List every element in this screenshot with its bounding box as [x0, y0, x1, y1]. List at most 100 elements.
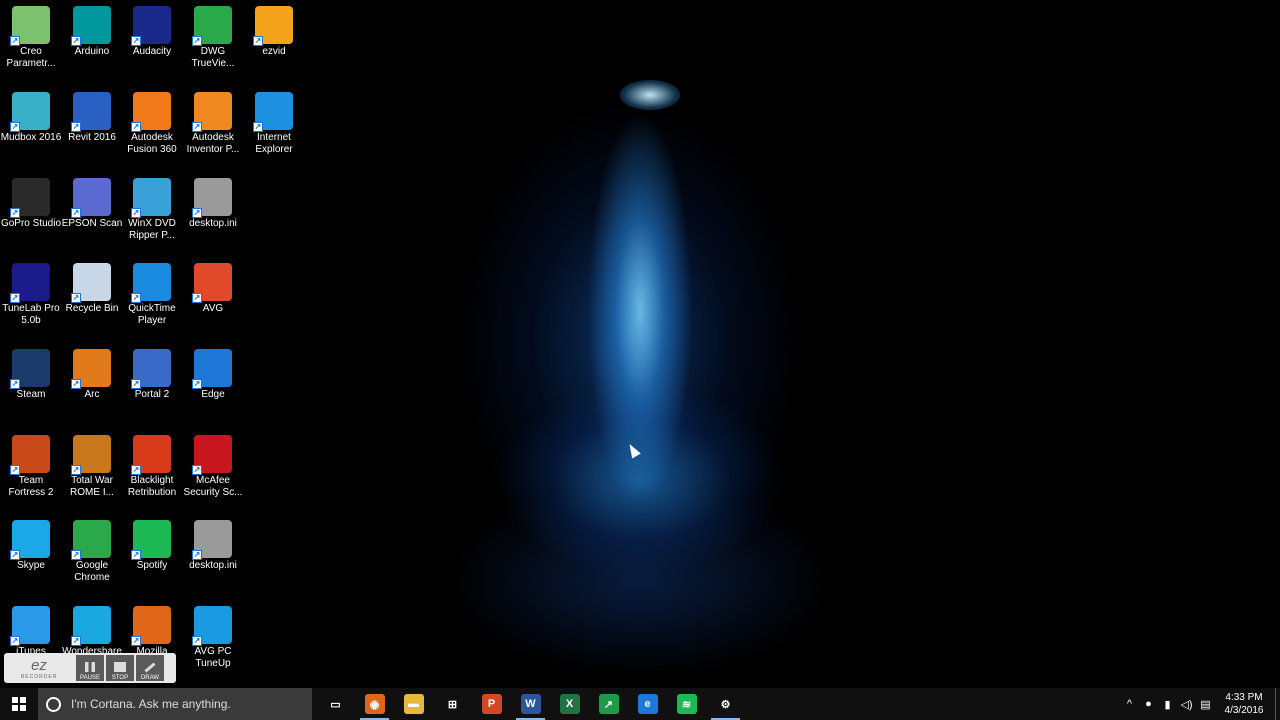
desktop-icon-label: Blacklight Retribution [127, 475, 177, 498]
desktop-icon-label: Recycle Bin [65, 303, 119, 314]
taskbar-edge-button[interactable]: e [628, 688, 667, 720]
chevron-up-icon[interactable]: ^ [1120, 688, 1139, 720]
desktop-icon[interactable]: ↗ DWG TrueVie... [182, 2, 244, 70]
battery-icon[interactable]: ▮ [1158, 688, 1177, 720]
taskbar-powerpoint-button[interactable]: P [472, 688, 511, 720]
desktop-icon[interactable]: ↗ QuickTime Player [121, 259, 183, 327]
ezvid-recorder-toolbar: ez RECORDER PAUSE STOP DRAW [4, 653, 176, 683]
desktop-icon[interactable]: ↗ ezvid [243, 2, 305, 58]
taskbar-firefox-button[interactable]: ◉ [355, 688, 394, 720]
recorder-draw-button[interactable]: DRAW [136, 655, 164, 681]
mudbox-icon: ↗ [10, 92, 50, 132]
recorder-pause-button[interactable]: PAUSE [76, 655, 104, 681]
desktop-icon[interactable]: ↗ Audacity [121, 2, 183, 58]
shortcut-arrow-icon: ↗ [253, 122, 263, 132]
desktop-icon[interactable]: ↗ Autodesk Fusion 360 [121, 88, 183, 156]
recorder-stop-button[interactable]: STOP [106, 655, 134, 681]
shortcut-arrow-icon: ↗ [192, 550, 202, 560]
desktop-icon-label: Creo Parametr... [6, 46, 56, 69]
desktop-icon[interactable]: ↗ Recycle Bin [61, 259, 123, 315]
excel-icon: X [559, 694, 580, 714]
desktop-icon[interactable]: ↗ Wondershare [61, 602, 123, 658]
desktop-icon[interactable]: ↗ Mozilla [121, 602, 183, 658]
cortana-search-box[interactable]: I'm Cortana. Ask me anything. [38, 688, 312, 720]
shortcut-arrow-icon: ↗ [71, 379, 81, 389]
ezvid-icon: ↗ [253, 6, 293, 46]
desktop-icon[interactable]: ↗ Internet Explorer [243, 88, 305, 156]
taskbar-pinned-apps: ▭ ◉ ▬ ⊞ P W X ↗ e ≋ ⚙ [316, 688, 745, 720]
shortcut-arrow-icon: ↗ [192, 465, 202, 475]
clock[interactable]: 4:33 PM 4/3/2016 [1215, 691, 1273, 717]
volume-icon[interactable]: ◁) [1177, 688, 1196, 720]
desktop-icon[interactable]: ↗ Arduino [61, 2, 123, 58]
desktop-icon[interactable]: ↗ McAfee Security Sc... [182, 431, 244, 499]
show-desktop-button[interactable] [1275, 688, 1280, 720]
pause-icon [85, 662, 95, 672]
desktop-icon[interactable]: ↗ AVG PC TuneUp [182, 602, 244, 670]
desktop-icon[interactable]: ↗ desktop.ini [182, 516, 244, 572]
taskbar: I'm Cortana. Ask me anything. ▭ ◉ ▬ ⊞ P W X ↗ e ≋… [0, 688, 1280, 720]
desktop-icon[interactable]: ↗ Arc [61, 345, 123, 401]
portal2-icon: ↗ [131, 349, 171, 389]
shortcut-arrow-icon: ↗ [10, 379, 20, 389]
desktop-icon[interactable]: ↗ Skype [0, 516, 62, 572]
tunelab-icon: ↗ [10, 263, 50, 303]
shortcut-arrow-icon: ↗ [131, 293, 141, 303]
stop-icon [114, 662, 126, 672]
shortcut-arrow-icon: ↗ [192, 36, 202, 46]
desktop-icon[interactable]: ↗ Team Fortress 2 [0, 431, 62, 499]
taskbar-spotify-button[interactable]: ≋ [667, 688, 706, 720]
shortcut-arrow-icon: ↗ [71, 208, 81, 218]
desktop-icon[interactable]: ↗ desktop.ini [182, 174, 244, 230]
desktop-icon[interactable]: ↗ Creo Parametr... [0, 2, 62, 70]
desktop-icon[interactable]: ↗ Autodesk Inventor P... [182, 88, 244, 156]
taskbar-settings-button[interactable]: ⚙ [706, 688, 745, 720]
mcafee-icon: ↗ [192, 435, 232, 475]
taskbar-stock-chart-button[interactable]: ↗ [589, 688, 628, 720]
taskbar-excel-button[interactable]: X [550, 688, 589, 720]
spotify-icon: ↗ [131, 520, 171, 560]
windows-logo-icon [12, 697, 26, 711]
shortcut-arrow-icon: ↗ [71, 465, 81, 475]
shortcut-arrow-icon: ↗ [71, 550, 81, 560]
desktop-icon-label: Mudbox 2016 [0, 132, 62, 143]
clock-date: 4/3/2016 [1224, 705, 1264, 716]
shield-icon[interactable]: ● [1139, 688, 1158, 720]
desktop-icon[interactable]: ↗ AVG [182, 259, 244, 315]
desktop-icon[interactable]: ↗ Total War ROME I... [61, 431, 123, 499]
notification-icon[interactable]: ▤ [1196, 688, 1215, 720]
taskbar-file-explorer-button[interactable]: ▬ [394, 688, 433, 720]
shortcut-arrow-icon: ↗ [131, 379, 141, 389]
internet-explorer-icon: ↗ [253, 92, 293, 132]
desktop-icon[interactable]: ↗ Mudbox 2016 [0, 88, 62, 144]
desktop-icon[interactable]: ↗ GoPro Studio [0, 174, 62, 230]
desktop-icon[interactable]: ↗ TuneLab Pro 5.0b [0, 259, 62, 327]
desktop-icon[interactable]: ↗ WinX DVD Ripper P... [121, 174, 183, 242]
desktop-icon[interactable]: ↗ Portal 2 [121, 345, 183, 401]
desktop-icon[interactable]: ↗ Google Chrome [61, 516, 123, 584]
clock-time: 4:33 PM [1225, 692, 1263, 703]
shortcut-arrow-icon: ↗ [192, 122, 202, 132]
desktop-icon-label: Total War ROME I... [70, 475, 114, 498]
desktop-icon[interactable]: ↗ Blacklight Retribution [121, 431, 183, 499]
desktop-icon[interactable]: ↗ iTunes [0, 602, 62, 658]
taskbar-word-button[interactable]: W [511, 688, 550, 720]
cortana-icon [46, 696, 61, 712]
desktop-icon[interactable]: ↗ Edge [182, 345, 244, 401]
desktop-icon[interactable]: ↗ Steam [0, 345, 62, 401]
desktop-icon-label: WinX DVD Ripper P... [128, 218, 176, 241]
desktop-icon-label: McAfee Security Sc... [183, 475, 243, 498]
desktop-icon[interactable]: ↗ Spotify [121, 516, 183, 572]
recorder-pause-label: PAUSE [80, 675, 100, 681]
taskbar-task-view-button[interactable]: ▭ [316, 688, 355, 720]
taskbar-store-button[interactable]: ⊞ [433, 688, 472, 720]
settings-file-icon: ↗ [192, 520, 232, 560]
desktop-icon-label: Google Chrome [74, 560, 110, 583]
desktop-icon[interactable]: ↗ EPSON Scan [61, 174, 123, 230]
desktop-icon-label: Revit 2016 [68, 132, 116, 143]
desktop-icon-label: GoPro Studio [0, 218, 62, 229]
settings-icon: ⚙ [715, 694, 736, 714]
desktop-icon[interactable]: ↗ Revit 2016 [61, 88, 123, 144]
arc-icon: ↗ [71, 349, 111, 389]
start-button[interactable] [0, 688, 38, 720]
